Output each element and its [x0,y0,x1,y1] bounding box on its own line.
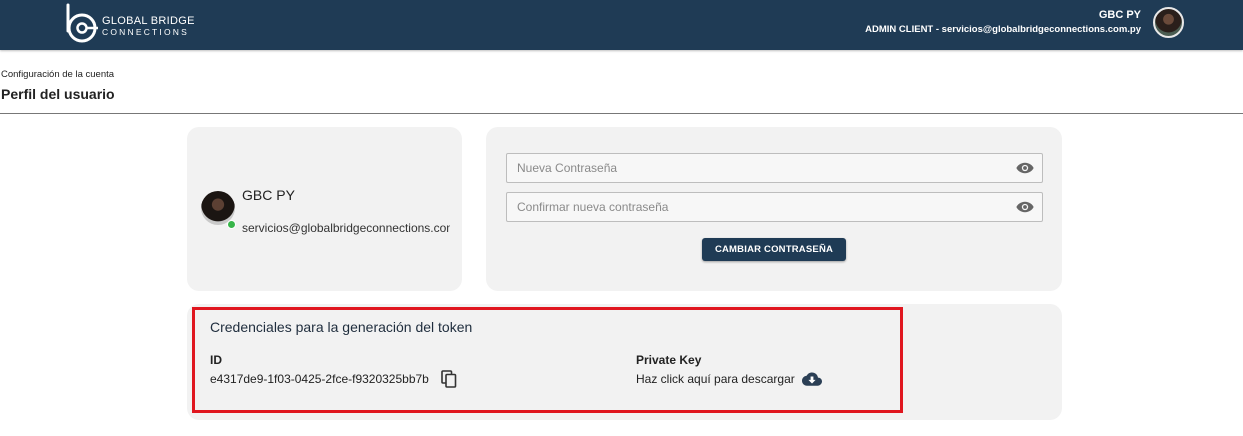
online-status-indicator [227,220,236,229]
profile-email: servicios@globalbridgeconnections.com.py [242,221,450,235]
cloud-download-icon[interactable] [802,372,822,386]
profile-name: GBC PY [242,187,295,203]
private-key-download-link[interactable]: Haz click aquí para descargar [636,372,795,386]
credentials-title: Credenciales para la generación del toke… [210,319,473,335]
profile-card: GBC PY servicios@globalbridgeconnections… [187,127,462,291]
user-name: GBC PY [1098,9,1141,21]
logo-subtitle: CONNECTIONS [102,27,190,37]
change-password-card: CAMBIAR CONTRASEÑA [486,127,1062,291]
eye-icon[interactable] [1016,160,1034,176]
top-navbar: GLOBAL BRIDGE CONNECTIONS GBC PY ADMIN C… [0,0,1243,50]
copy-icon[interactable] [441,370,457,388]
private-key-label: Private Key [636,353,702,367]
confirm-password-input[interactable] [507,193,1007,221]
change-password-button[interactable]: CAMBIAR CONTRASEÑA [702,238,846,261]
user-role-email: ADMIN CLIENT - servicios@globalbridgecon… [865,24,1141,35]
eye-icon[interactable] [1016,199,1034,215]
breadcrumb: Configuración de la cuenta [1,69,115,80]
header-divider [0,113,1243,114]
new-password-field [506,153,1043,183]
confirm-password-field [506,192,1043,222]
id-value: e4317de9-1f03-0425-2fce-f9320325bb7b [210,372,429,386]
gbc-logo-icon [66,3,98,43]
page-title: Perfil del usuario [1,86,115,102]
new-password-input[interactable] [507,154,1007,182]
logo[interactable]: GLOBAL BRIDGE CONNECTIONS [64,3,204,45]
user-avatar[interactable] [1153,7,1184,38]
logo-name: GLOBAL BRIDGE [102,15,195,27]
id-label: ID [210,353,222,367]
